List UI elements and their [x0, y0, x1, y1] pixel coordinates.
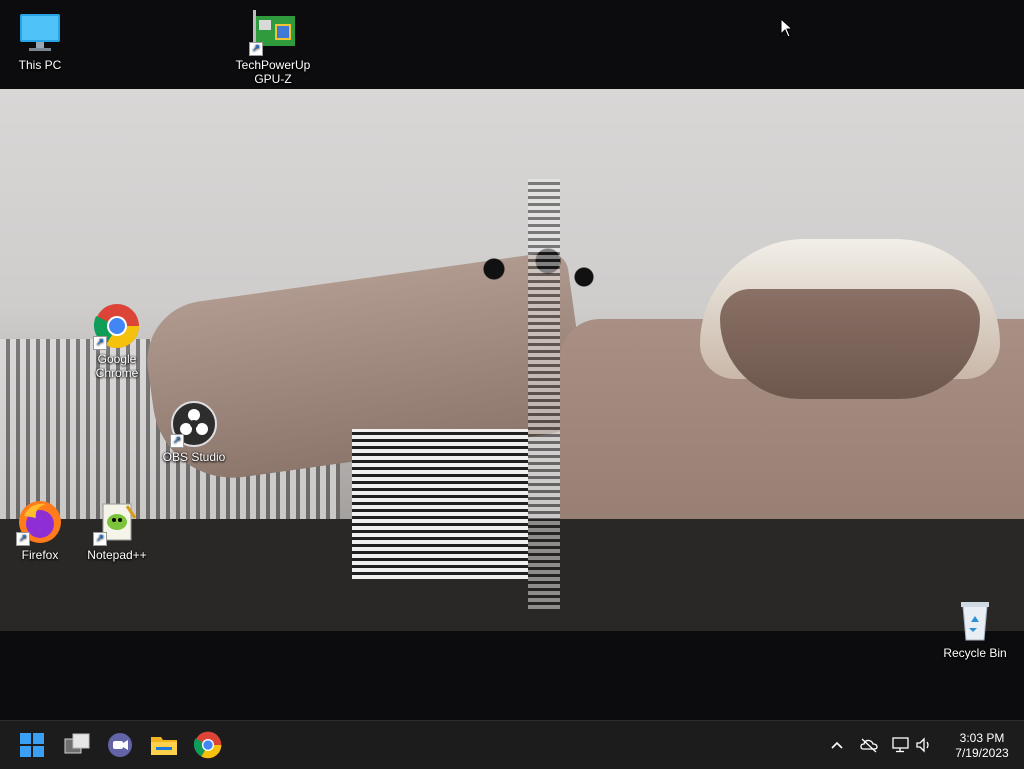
- chrome-taskbar-button[interactable]: [192, 729, 224, 761]
- obs-icon: ↗: [170, 400, 218, 448]
- task-view-button[interactable]: [61, 729, 93, 761]
- clock-date: 7/19/2023: [955, 746, 1009, 760]
- desktop-icon-label: Recycle Bin: [943, 646, 1007, 660]
- network-icon: [892, 737, 909, 753]
- file-explorer-button[interactable]: [148, 729, 180, 761]
- taskbar: 3:03 PM 7/19/2023: [0, 720, 1024, 769]
- desktop-icon-obs-studio[interactable]: ↗ OBS Studio: [154, 400, 234, 464]
- mouse-cursor-icon: [780, 18, 794, 38]
- shortcut-arrow-icon: ↗: [93, 532, 107, 546]
- desktop-icon-label: This PC: [18, 58, 62, 72]
- teams-chat-icon: [108, 733, 132, 757]
- start-button[interactable]: [16, 729, 48, 761]
- gpu-z-icon: ↗: [249, 8, 297, 56]
- desktop-icon-recycle-bin[interactable]: Recycle Bin: [935, 596, 1015, 660]
- firefox-icon: ↗: [16, 498, 64, 546]
- file-explorer-icon: [151, 737, 177, 755]
- start-icon: [20, 733, 44, 757]
- chrome-icon: ↗: [93, 302, 141, 350]
- this-pc-icon: [16, 8, 64, 56]
- volume-button[interactable]: [914, 735, 934, 755]
- volume-icon: [916, 737, 929, 753]
- desktop-icon-this-pc[interactable]: This PC: [0, 8, 80, 72]
- shortcut-arrow-icon: ↗: [16, 532, 30, 546]
- desktop-icon-label: Notepad++: [87, 548, 147, 562]
- desktop-icon-label: TechPowerUp GPU-Z: [235, 58, 311, 86]
- recycle-bin-icon: [951, 596, 999, 644]
- show-hidden-icons-button[interactable]: [827, 735, 847, 755]
- shortcut-arrow-icon: ↗: [170, 434, 184, 448]
- wallpaper-glitch-slice: [352, 429, 528, 579]
- taskbar-clock[interactable]: 3:03 PM 7/19/2023: [944, 731, 1020, 761]
- notepad-plus-plus-icon: ↗: [93, 498, 141, 546]
- desktop-icon-label: Firefox: [21, 548, 59, 562]
- desktop-icon-label: OBS Studio: [162, 450, 226, 464]
- chrome-icon: [193, 731, 222, 759]
- desktop-icon-chrome[interactable]: ↗ Google Chrome: [77, 302, 157, 380]
- shortcut-arrow-icon: ↗: [249, 42, 263, 56]
- desktop-icon-notepad-plus-plus[interactable]: ↗ Notepad++: [77, 498, 157, 562]
- wallpaper-face: [720, 289, 980, 399]
- teams-chat-button[interactable]: [104, 729, 136, 761]
- shortcut-arrow-icon: ↗: [93, 336, 107, 350]
- clock-time: 3:03 PM: [959, 731, 1005, 745]
- wallpaper-glitch-slice: [528, 179, 560, 609]
- onedrive-offline-icon: [860, 738, 878, 753]
- network-button[interactable]: [891, 735, 911, 755]
- task-view-icon: [64, 733, 90, 754]
- chevron-up-icon: [831, 741, 843, 749]
- desktop-icon-label: Google Chrome: [95, 352, 139, 380]
- desktop-icon-firefox[interactable]: ↗ Firefox: [0, 498, 80, 562]
- onedrive-button[interactable]: [859, 735, 879, 755]
- desktop-icon-gpu-z[interactable]: ↗ TechPowerUp GPU-Z: [233, 8, 313, 86]
